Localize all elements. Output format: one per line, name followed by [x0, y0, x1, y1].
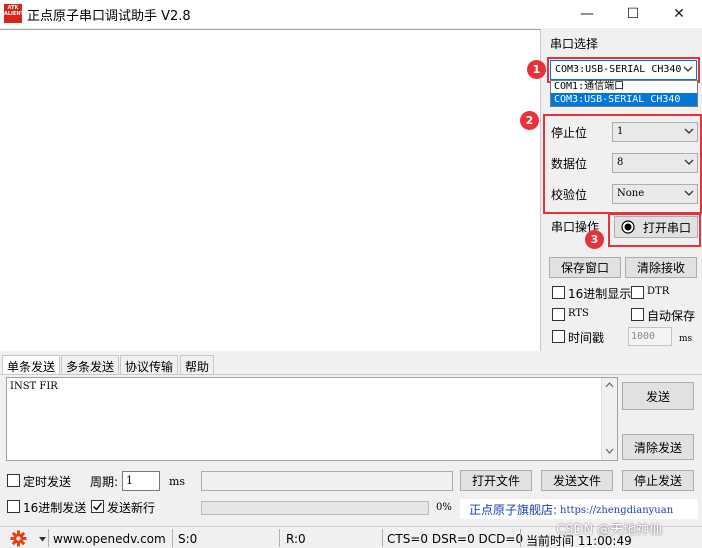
open-port-label: 打开串口: [642, 220, 691, 235]
store-link[interactable]: 正点原子旗舰店: https://zhengdianyuan: [460, 499, 698, 519]
period-input[interactable]: 1: [122, 471, 160, 491]
port-select-label: 串口选择: [550, 37, 599, 51]
send-progress-bar: [201, 501, 429, 515]
timestamp-checkbox[interactable]: [552, 330, 565, 343]
tab-help[interactable]: 帮助: [180, 355, 215, 374]
tab-protocol[interactable]: 协议传输: [120, 355, 179, 374]
databits-select[interactable]: 8: [612, 153, 698, 173]
status-separator: [172, 529, 173, 547]
save-window-button[interactable]: 保存窗口: [549, 257, 621, 278]
stopbits-label: 停止位: [551, 126, 588, 140]
hex-send-checkbox[interactable]: [7, 500, 20, 513]
chevron-down-icon: [684, 190, 694, 196]
port-select-value: COM3:USB-SERIAL CH340: [555, 64, 682, 75]
watermark: CSDN @天地神仙: [556, 523, 663, 538]
stopbits-select[interactable]: 1: [612, 122, 698, 142]
close-button[interactable]: ✕: [656, 0, 702, 28]
status-separator: [279, 529, 280, 547]
store-url: https://zhengdianyuan: [560, 505, 674, 516]
dtr-checkbox[interactable]: [631, 286, 644, 299]
chevron-down-icon: [683, 66, 693, 72]
clear-receive-button[interactable]: 清除接收: [625, 257, 697, 278]
app-logo: ATK ALIENTEK: [4, 4, 31, 23]
signal-status: CTS=0 DSR=0 DCD=0: [387, 532, 524, 546]
sent-count: S:0: [178, 532, 198, 546]
tab-single-send[interactable]: 单条发送: [2, 355, 61, 375]
send-newline-label: 发送新行: [107, 501, 156, 515]
port-option[interactable]: COM1:通信端口: [551, 81, 697, 93]
hex-display-label: 16进制显示: [568, 287, 632, 301]
receive-area[interactable]: [0, 29, 541, 351]
checkmark-icon: [93, 502, 103, 511]
status-separator: [520, 529, 521, 547]
hex-send-label: 16进制发送: [23, 501, 87, 515]
hex-display-checkbox[interactable]: [552, 286, 565, 299]
chevron-down-icon: [684, 159, 694, 165]
stopbits-value: 1: [617, 126, 624, 137]
status-separator: [48, 529, 49, 547]
clear-send-button[interactable]: 清除发送: [622, 434, 694, 460]
website-link[interactable]: www.openedv.com: [53, 532, 166, 546]
parity-select[interactable]: None: [612, 184, 698, 204]
chevron-down-icon: [684, 128, 694, 134]
databits-value: 8: [617, 157, 624, 168]
send-text: INST FIR: [10, 381, 58, 392]
period-label: 周期:: [90, 475, 119, 489]
scroll-down-icon[interactable]: [605, 448, 614, 455]
dtr-label: DTR: [647, 286, 670, 297]
send-newline-checkbox[interactable]: [91, 500, 104, 513]
send-scrollbar[interactable]: [601, 378, 617, 460]
databits-label: 数据位: [551, 157, 588, 171]
parity-label: 校验位: [551, 188, 588, 202]
tab-multi-send[interactable]: 多条发送: [61, 355, 120, 374]
port-select[interactable]: COM3:USB-SERIAL CH340: [550, 60, 697, 80]
stop-send-button[interactable]: 停止发送: [622, 470, 694, 491]
caret-down-icon[interactable]: [39, 537, 46, 542]
timestamp-interval-input[interactable]: 1000: [628, 327, 672, 346]
autosave-checkbox[interactable]: [631, 308, 644, 321]
maximize-button[interactable]: ☐: [610, 0, 656, 28]
timestamp-label: 时间戳: [568, 331, 605, 345]
minimize-button[interactable]: —: [564, 0, 610, 28]
autosave-label: 自动保存: [647, 309, 696, 323]
file-path-field[interactable]: [201, 471, 453, 491]
window-title: 正点原子串口调试助手 V2.8: [27, 9, 191, 24]
port-option-selected[interactable]: COM3:USB-SERIAL CH340: [551, 93, 697, 106]
timed-send-checkbox[interactable]: [7, 474, 20, 487]
send-button[interactable]: 发送: [622, 382, 694, 410]
send-text-area[interactable]: INST FIR: [6, 377, 618, 461]
status-separator: [382, 529, 383, 547]
scroll-up-icon[interactable]: [605, 381, 614, 388]
timed-send-label: 定时发送: [23, 475, 72, 489]
badge-3: 3: [585, 230, 604, 249]
rts-label: RTS: [568, 308, 589, 319]
badge-1: 1: [527, 60, 546, 79]
record-icon: [621, 220, 635, 234]
send-progress-text: 0%: [436, 502, 452, 513]
gear-icon[interactable]: [10, 530, 27, 547]
open-port-button[interactable]: 打开串口: [614, 216, 698, 238]
parity-value: None: [617, 188, 645, 199]
title-bar: ATK ALIENTEK 正点原子串口调试助手 V2.8 — ☐ ✕: [0, 0, 702, 28]
send-file-button[interactable]: 发送文件: [541, 470, 613, 491]
period-unit: ms: [169, 475, 186, 488]
store-label: 正点原子旗舰店:: [469, 503, 558, 517]
tab-divider: [0, 374, 702, 375]
badge-2: 2: [520, 111, 539, 130]
received-count: R:0: [286, 532, 306, 546]
open-file-button[interactable]: 打开文件: [460, 470, 532, 491]
rts-checkbox[interactable]: [552, 308, 565, 321]
port-dropdown-list[interactable]: COM1:通信端口 COM3:USB-SERIAL CH340: [550, 80, 698, 107]
timestamp-unit: ms: [679, 334, 693, 344]
